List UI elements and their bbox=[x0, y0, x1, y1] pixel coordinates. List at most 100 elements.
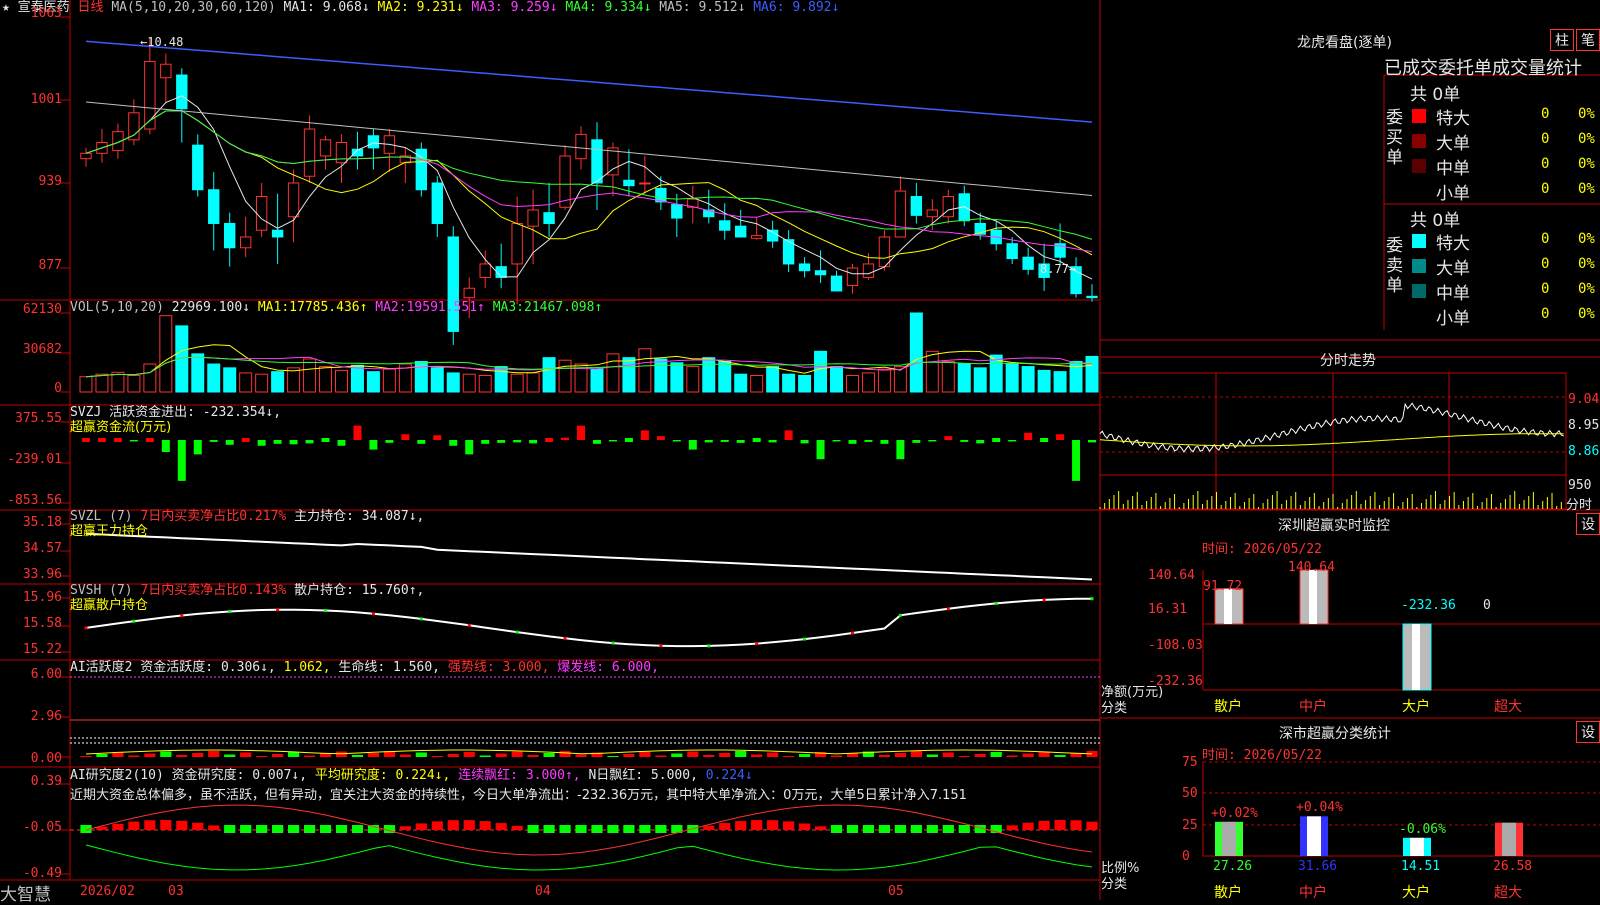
research-bar bbox=[783, 821, 795, 830]
main-chart-canvas[interactable] bbox=[0, 0, 1600, 900]
candle-body-down bbox=[1022, 256, 1034, 270]
order-percent: 0% bbox=[1578, 181, 1595, 197]
retail-tick bbox=[419, 617, 423, 621]
research-bar bbox=[287, 825, 300, 833]
flow-dot bbox=[992, 438, 1001, 442]
activity-bar bbox=[144, 753, 156, 757]
retail-tick bbox=[563, 636, 567, 640]
flow-bar-in bbox=[640, 430, 649, 440]
ma4-value: 9.334↓ bbox=[604, 0, 652, 15]
research-bar bbox=[240, 825, 252, 833]
intraday-ylabel: 9.04 bbox=[1568, 392, 1600, 407]
research-bar bbox=[303, 825, 316, 833]
order-type-label: 小单 bbox=[1436, 309, 1470, 329]
candle-body-up bbox=[255, 195, 268, 231]
order-type-label: 特大 bbox=[1436, 234, 1470, 254]
candle-body-down bbox=[224, 222, 236, 249]
volume-bar-down bbox=[830, 366, 844, 393]
k-ylabel: 939 bbox=[38, 174, 62, 189]
flow-dot bbox=[97, 438, 106, 442]
research-bar bbox=[591, 825, 603, 833]
class-ylabel: 25 bbox=[1182, 818, 1198, 833]
flow-bar-out bbox=[369, 440, 378, 450]
order-count: 0 bbox=[1541, 256, 1550, 272]
research-bar bbox=[575, 825, 587, 833]
class-bar-highlight bbox=[1502, 822, 1516, 856]
candle-body-down bbox=[367, 135, 380, 149]
volume-bar-down bbox=[446, 372, 460, 393]
air-cont-red: 连续飘红: 3.000↑, bbox=[458, 768, 581, 783]
activity-bar bbox=[256, 756, 268, 757]
flow-bar-out bbox=[225, 440, 234, 445]
candle-body-down bbox=[1086, 295, 1098, 299]
retail-tick bbox=[850, 631, 854, 635]
class-bar-highlight bbox=[1222, 821, 1236, 856]
research-bar bbox=[415, 823, 427, 830]
class-ylabel: 75 bbox=[1182, 755, 1198, 770]
svsh-hold: 散户持仓: 15.760↑, bbox=[294, 583, 425, 598]
order-color-swatch bbox=[1412, 284, 1426, 298]
research-bar bbox=[208, 825, 220, 830]
activity-bar bbox=[783, 756, 795, 757]
research-bar bbox=[1022, 822, 1034, 830]
research-bar bbox=[431, 821, 443, 830]
volume-bar-down bbox=[191, 353, 205, 393]
sz-class-settings-button[interactable]: 设 bbox=[1576, 721, 1600, 743]
buy-total: 共 0单 bbox=[1410, 85, 1461, 105]
research-bar bbox=[735, 821, 747, 830]
flow-bar-out bbox=[976, 440, 985, 444]
candle-body-up bbox=[527, 209, 539, 227]
volume-bar-up bbox=[925, 350, 939, 393]
order-color-swatch bbox=[1412, 134, 1426, 148]
flow-bar-out bbox=[1008, 440, 1017, 442]
order-type-label: 大单 bbox=[1436, 259, 1470, 279]
retail-tick bbox=[84, 626, 88, 630]
volume-bar-down bbox=[718, 360, 732, 393]
candle-body-down bbox=[719, 220, 731, 231]
order-percent: 0% bbox=[1578, 106, 1595, 122]
retail-tick bbox=[994, 601, 998, 605]
candle-body-up bbox=[862, 263, 875, 278]
volume-bar-up bbox=[510, 373, 524, 393]
tick-mode-button[interactable]: 笔 bbox=[1576, 29, 1600, 51]
volume-bar-down bbox=[622, 357, 636, 393]
flow-bar-out bbox=[864, 440, 873, 442]
volume-bar-down bbox=[430, 367, 444, 393]
bar-mode-button[interactable]: 柱 bbox=[1550, 29, 1574, 51]
svzl-ylabel: 34.57 bbox=[22, 541, 62, 556]
flow-bar-out bbox=[896, 440, 905, 460]
activity-bar bbox=[543, 753, 555, 757]
research-bar bbox=[655, 825, 667, 833]
order-percent: 0% bbox=[1578, 306, 1595, 322]
ai2-burst: 爆发线: 6.000, bbox=[557, 660, 659, 675]
activity-bar bbox=[399, 754, 411, 757]
candle-body-down bbox=[671, 204, 683, 219]
svzj-ylabel: 375.55 bbox=[15, 411, 62, 426]
activity-bar bbox=[351, 755, 364, 757]
research-bar bbox=[351, 825, 364, 833]
volume-bar-up bbox=[255, 373, 269, 393]
ma-label: MA(5,10,20,30,60,120) bbox=[111, 0, 276, 15]
flow-bar-out bbox=[129, 440, 138, 442]
monitor-bar-highlight bbox=[1412, 624, 1420, 690]
date-label: 05 bbox=[888, 884, 904, 899]
class-percent: 31.66 bbox=[1298, 859, 1338, 874]
candle-body-down bbox=[591, 139, 603, 184]
sz-monitor-settings-button[interactable]: 设 bbox=[1576, 513, 1600, 535]
class-category: 大户 bbox=[1402, 885, 1430, 901]
flow-bar-out bbox=[177, 440, 186, 481]
research-bar bbox=[112, 823, 124, 830]
period-label[interactable]: 日线 bbox=[78, 0, 104, 15]
monitor-ylabel: 140.64 bbox=[1148, 568, 1195, 583]
intraday-ylabel: 950 bbox=[1568, 478, 1592, 493]
vol-ma3-value: 21467.098↑ bbox=[524, 300, 603, 315]
class-change: +0.02% bbox=[1211, 805, 1258, 821]
retail-tick bbox=[276, 608, 280, 612]
volume-bar-up bbox=[79, 376, 93, 393]
flow-bar-out bbox=[704, 440, 713, 443]
volume-bar-up bbox=[159, 315, 173, 393]
activity-bar bbox=[479, 755, 491, 757]
activity-bar bbox=[719, 753, 731, 757]
volume-bar-down bbox=[271, 371, 285, 393]
activity-bar bbox=[431, 756, 443, 757]
